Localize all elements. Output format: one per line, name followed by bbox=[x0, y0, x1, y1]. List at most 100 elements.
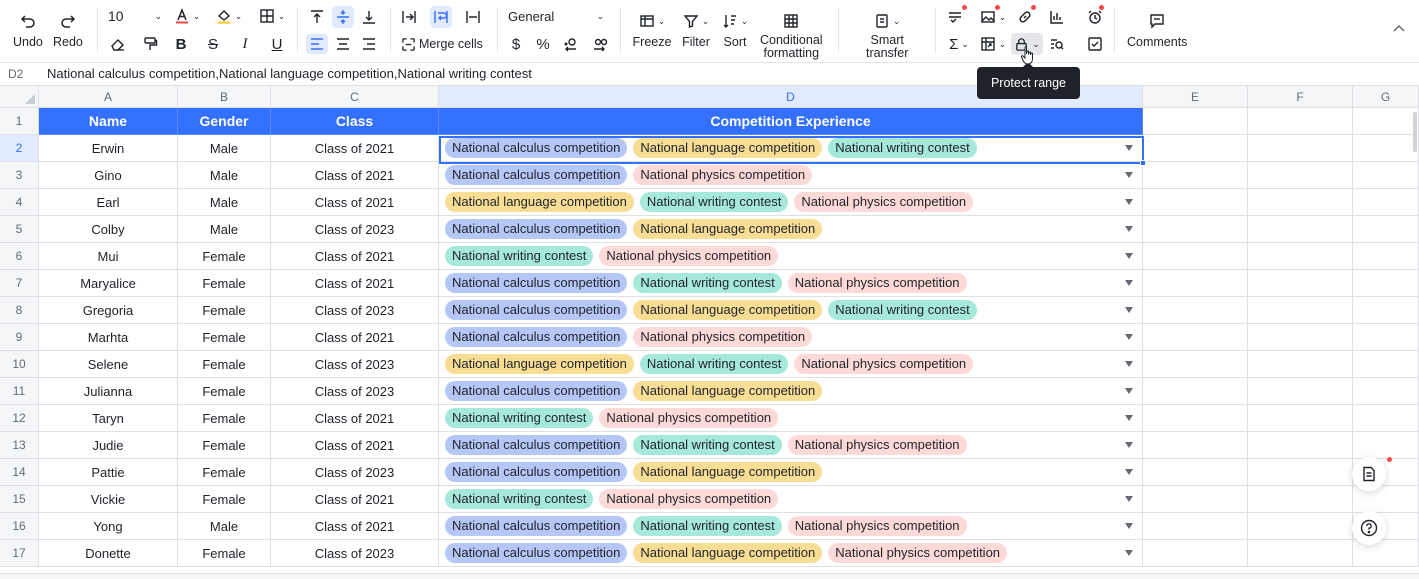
empty-cell[interactable] bbox=[1353, 135, 1419, 162]
align-right-button[interactable] bbox=[358, 34, 380, 54]
undo-button[interactable]: Undo bbox=[13, 10, 43, 49]
dropdown-arrow-icon[interactable] bbox=[1125, 523, 1133, 529]
empty-cell[interactable] bbox=[1143, 297, 1248, 324]
row-header-6[interactable]: 6 bbox=[0, 243, 39, 270]
cell-class[interactable]: Class of 2021 bbox=[271, 432, 439, 459]
cell-gender[interactable]: Female bbox=[178, 270, 271, 297]
empty-cell[interactable] bbox=[1143, 513, 1248, 540]
empty-cell[interactable] bbox=[1353, 216, 1419, 243]
cell-name[interactable]: Selene bbox=[39, 351, 178, 378]
cell-competition-experience[interactable]: National calculus competition National ph… bbox=[439, 162, 1143, 189]
empty-cell[interactable] bbox=[1248, 540, 1353, 567]
underline-button[interactable]: U bbox=[267, 34, 287, 54]
empty-cell[interactable] bbox=[1143, 324, 1248, 351]
empty-cell[interactable] bbox=[1143, 270, 1248, 297]
empty-cell[interactable] bbox=[1353, 324, 1419, 351]
empty-cell[interactable] bbox=[1143, 378, 1248, 405]
row-header-8[interactable]: 8 bbox=[0, 297, 39, 324]
empty-cell[interactable] bbox=[1143, 162, 1248, 189]
empty-cell[interactable] bbox=[1248, 297, 1353, 324]
dropdown-arrow-icon[interactable] bbox=[1125, 550, 1133, 556]
empty-cell[interactable] bbox=[1353, 162, 1419, 189]
empty-cell[interactable] bbox=[1143, 459, 1248, 486]
cell-gender[interactable]: Female bbox=[178, 405, 271, 432]
cell-name[interactable]: Marhta bbox=[39, 324, 178, 351]
header-cell-gender[interactable]: Gender bbox=[178, 108, 271, 135]
empty-cell[interactable] bbox=[1353, 270, 1419, 297]
empty-cell[interactable] bbox=[1143, 135, 1248, 162]
empty-cell[interactable] bbox=[1248, 459, 1353, 486]
cell-class[interactable]: Class of 2023 bbox=[271, 378, 439, 405]
cell-gender[interactable]: Male bbox=[178, 189, 271, 216]
column-header-f[interactable]: F bbox=[1248, 86, 1353, 108]
sort-button[interactable]: ⌄ Sort bbox=[720, 10, 750, 49]
cell-name[interactable]: Donette bbox=[39, 540, 178, 567]
cell-competition-experience[interactable]: National calculus competition National wr… bbox=[439, 432, 1143, 459]
borders-button[interactable]: ⌄ bbox=[257, 6, 287, 26]
empty-cell[interactable] bbox=[1353, 432, 1419, 459]
empty-cell[interactable] bbox=[1143, 108, 1248, 135]
cell-competition-experience[interactable]: National calculus competition National wr… bbox=[439, 270, 1143, 297]
filter-button[interactable]: ⌄ Filter bbox=[681, 10, 711, 49]
header-cell-name[interactable]: Name bbox=[39, 108, 178, 135]
cell-class[interactable]: Class of 2021 bbox=[271, 270, 439, 297]
cell-name[interactable]: Gregoria bbox=[39, 297, 178, 324]
cell-name[interactable]: Earl bbox=[39, 189, 178, 216]
row-header-10[interactable]: 10 bbox=[0, 351, 39, 378]
dropdown-arrow-icon[interactable] bbox=[1125, 442, 1133, 448]
empty-cell[interactable] bbox=[1248, 351, 1353, 378]
dropdown-arrow-icon[interactable] bbox=[1125, 145, 1133, 151]
increase-decimal-button[interactable] bbox=[588, 34, 610, 54]
formula-input[interactable]: National calculus competition,National l… bbox=[47, 66, 532, 81]
empty-cell[interactable] bbox=[1353, 351, 1419, 378]
align-center-button[interactable] bbox=[332, 34, 354, 54]
cell-gender[interactable]: Female bbox=[178, 351, 271, 378]
cell-gender[interactable]: Male bbox=[178, 216, 271, 243]
row-header-12[interactable]: 12 bbox=[0, 405, 39, 432]
empty-cell[interactable] bbox=[1353, 378, 1419, 405]
cell-gender[interactable]: Female bbox=[178, 486, 271, 513]
cell-competition-experience[interactable]: National calculus competition National la… bbox=[439, 540, 1143, 567]
cell-name[interactable]: Julianna bbox=[39, 378, 178, 405]
row-header-3[interactable]: 3 bbox=[0, 162, 39, 189]
cell-name[interactable]: Taryn bbox=[39, 405, 178, 432]
insert-image-button[interactable]: ⌄ bbox=[978, 6, 1008, 28]
percent-format-button[interactable]: % bbox=[533, 34, 553, 54]
cell-gender[interactable]: Female bbox=[178, 297, 271, 324]
cell-gender[interactable]: Female bbox=[178, 432, 271, 459]
empty-cell[interactable] bbox=[1248, 405, 1353, 432]
row-header-13[interactable]: 13 bbox=[0, 432, 39, 459]
cell-name[interactable]: Maryalice bbox=[39, 270, 178, 297]
dropdown-arrow-icon[interactable] bbox=[1125, 172, 1133, 178]
row-header-5[interactable]: 5 bbox=[0, 216, 39, 243]
empty-cell[interactable] bbox=[1143, 216, 1248, 243]
collapse-toolbar-button[interactable] bbox=[1392, 22, 1406, 39]
dropdown-arrow-icon[interactable] bbox=[1125, 334, 1133, 340]
cell-name[interactable]: Vickie bbox=[39, 486, 178, 513]
fill-handle[interactable] bbox=[1140, 160, 1146, 166]
function-button[interactable]: Σ ⌄ bbox=[944, 34, 974, 54]
dropdown-arrow-icon[interactable] bbox=[1125, 199, 1133, 205]
empty-cell[interactable] bbox=[1248, 108, 1353, 135]
cell-name[interactable]: Yong bbox=[39, 513, 178, 540]
cell-name[interactable]: Erwin bbox=[39, 135, 178, 162]
cell-competition-experience[interactable]: National writing contest National physics… bbox=[439, 486, 1143, 513]
dropdown-arrow-icon[interactable] bbox=[1125, 253, 1133, 259]
row-header-17[interactable]: 17 bbox=[0, 540, 39, 567]
dropdown-arrow-icon[interactable] bbox=[1125, 469, 1133, 475]
cell-gender[interactable]: Female bbox=[178, 540, 271, 567]
decrease-decimal-button[interactable] bbox=[560, 34, 582, 54]
empty-cell[interactable] bbox=[1248, 216, 1353, 243]
help-float-button[interactable] bbox=[1352, 511, 1386, 545]
dropdown-arrow-icon[interactable] bbox=[1125, 388, 1133, 394]
smart-transfer-button[interactable]: ⌄ Smart transfer bbox=[866, 10, 908, 60]
cell-competition-experience[interactable]: National calculus competition National la… bbox=[439, 378, 1143, 405]
align-bottom-button[interactable] bbox=[358, 6, 380, 28]
cell-competition-experience[interactable]: National calculus competition National la… bbox=[439, 297, 1143, 324]
cell-class[interactable]: Class of 2021 bbox=[271, 513, 439, 540]
column-header-b[interactable]: B bbox=[178, 86, 271, 108]
align-left-button[interactable] bbox=[306, 34, 328, 54]
text-clip-button[interactable] bbox=[462, 6, 484, 28]
header-cell-class[interactable]: Class bbox=[271, 108, 439, 135]
freeze-button[interactable]: ⌄ Freeze bbox=[632, 10, 672, 49]
